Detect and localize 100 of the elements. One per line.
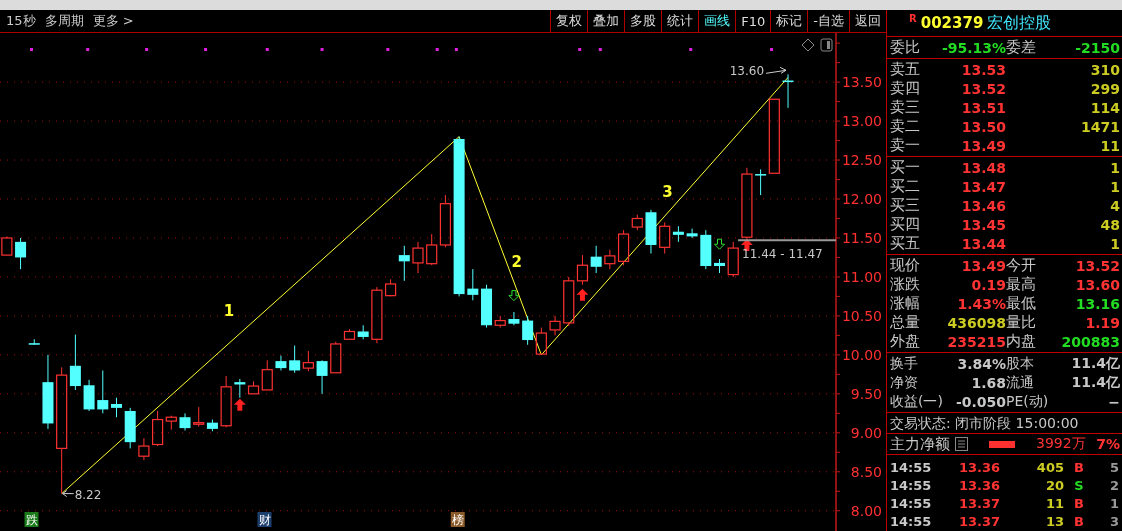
trade-volume: 405 bbox=[1035, 459, 1064, 475]
axis-label: 8.50 bbox=[850, 463, 882, 480]
order-level-label: 买一 bbox=[890, 158, 921, 177]
panel-toggle-icon[interactable] bbox=[820, 38, 833, 52]
candlestick bbox=[371, 286, 383, 344]
field-label: 净资 bbox=[890, 373, 919, 392]
candlestick bbox=[302, 350, 314, 372]
order-volume: 310 bbox=[1089, 61, 1120, 78]
candlestick bbox=[179, 412, 191, 431]
order-level-label: 买五 bbox=[890, 234, 921, 253]
candlestick bbox=[124, 407, 136, 449]
net-amount: 3992万 bbox=[1036, 435, 1086, 453]
stock-name: 宏创控股 bbox=[987, 12, 1052, 34]
field-label: 最低 bbox=[1006, 294, 1037, 313]
candlestick bbox=[83, 379, 95, 412]
pointer-arrow bbox=[765, 66, 787, 74]
up-arrow-icon bbox=[233, 398, 246, 411]
field-label: 量比 bbox=[1006, 313, 1037, 332]
order-level-label: 卖一 bbox=[890, 136, 921, 155]
stock-code: 002379 bbox=[920, 14, 984, 32]
order-volume: 1 bbox=[1109, 235, 1120, 252]
field-label: 今开 bbox=[1006, 256, 1037, 275]
event-tag[interactable]: 榜 bbox=[450, 512, 465, 527]
trade-price: 13.36 bbox=[957, 477, 1000, 493]
order-volume: 4 bbox=[1109, 197, 1120, 214]
wave-label: 3 bbox=[662, 183, 673, 202]
rating-label: R bbox=[909, 13, 917, 24]
field-value: -95.13% bbox=[940, 39, 1006, 56]
candlestick bbox=[590, 245, 602, 274]
candlestick bbox=[316, 359, 328, 395]
axis-label: 9.00 bbox=[850, 424, 882, 441]
price-range-label: 11.44 - 11.47 bbox=[742, 246, 823, 261]
trade-count: 1 bbox=[1108, 495, 1119, 511]
candlestick bbox=[686, 228, 698, 239]
candlestick bbox=[412, 241, 424, 274]
candlestick bbox=[234, 378, 246, 399]
toolbar-link[interactable]: 15秒 bbox=[6, 12, 36, 30]
axis-label: 13.50 bbox=[841, 74, 882, 91]
list-icon[interactable] bbox=[955, 437, 968, 451]
trade-side: S bbox=[1073, 477, 1085, 493]
axis-label: 8.00 bbox=[850, 502, 882, 519]
event-tag[interactable]: 财 bbox=[257, 512, 272, 527]
order-level-label: 买三 bbox=[890, 196, 921, 215]
field-value: 3.84% bbox=[956, 355, 1006, 372]
candlestick bbox=[508, 311, 520, 326]
field-label: 委差 bbox=[1006, 38, 1037, 57]
candlestick bbox=[1, 235, 13, 256]
trade-side: B bbox=[1073, 459, 1085, 475]
field-value: 235215 bbox=[946, 333, 1006, 350]
trade-price: 13.37 bbox=[957, 513, 1000, 529]
toolbar-link[interactable]: 多周期 bbox=[44, 12, 84, 30]
order-price: 13.50 bbox=[960, 118, 1006, 135]
field-label: 股本 bbox=[1006, 354, 1035, 373]
order-price: 13.48 bbox=[960, 159, 1006, 176]
trade-time: 14:55 bbox=[890, 513, 933, 529]
candlestick bbox=[467, 268, 479, 301]
order-volume: 299 bbox=[1089, 80, 1120, 97]
candlestick bbox=[138, 437, 150, 461]
field-label: 涨幅 bbox=[890, 294, 921, 313]
order-price: 13.52 bbox=[960, 80, 1006, 97]
field-value: 200883 bbox=[1060, 333, 1120, 350]
up-arrow-icon bbox=[576, 288, 589, 301]
trade-volume: 20 bbox=[1044, 477, 1064, 493]
candlestick bbox=[97, 369, 109, 414]
candlestick bbox=[727, 241, 739, 278]
candlestick bbox=[28, 338, 40, 346]
order-level-label: 卖五 bbox=[890, 60, 921, 79]
axis-label: 11.50 bbox=[841, 229, 882, 246]
field-label: 最高 bbox=[1006, 275, 1037, 294]
candlestick bbox=[549, 315, 561, 336]
axis-label: 10.00 bbox=[841, 346, 882, 363]
wave-label: 1 bbox=[223, 301, 235, 320]
order-price: 13.53 bbox=[960, 61, 1006, 78]
toolbar-link[interactable]: 更多 > bbox=[92, 12, 134, 30]
field-value: 13.60 bbox=[1074, 276, 1120, 293]
field-label: 换手 bbox=[890, 354, 919, 373]
event-tag[interactable]: 跌 bbox=[24, 512, 39, 527]
up-arrow-icon bbox=[740, 239, 753, 251]
trade-time: 14:55 bbox=[890, 459, 933, 475]
order-level-label: 卖三 bbox=[890, 98, 921, 117]
field-value: 436098 bbox=[946, 314, 1006, 331]
order-volume: 1 bbox=[1109, 159, 1120, 176]
trade-price: 13.36 bbox=[957, 459, 1000, 475]
order-price: 13.45 bbox=[960, 216, 1006, 233]
order-volume: 48 bbox=[1099, 216, 1120, 233]
down-arrow-icon bbox=[714, 238, 725, 250]
field-value: 1.68 bbox=[970, 374, 1006, 391]
field-value: 1.43% bbox=[956, 295, 1006, 312]
candlestick bbox=[220, 375, 232, 428]
field-label: 委比 bbox=[890, 38, 921, 57]
candlestick bbox=[15, 237, 27, 270]
down-arrow-icon bbox=[508, 290, 520, 302]
trade-side: B bbox=[1073, 495, 1085, 511]
diamond-icon[interactable] bbox=[801, 38, 815, 52]
order-volume: 1 bbox=[1109, 178, 1120, 195]
field-value: 1.19 bbox=[1084, 314, 1120, 331]
trade-time: 14:55 bbox=[890, 477, 933, 493]
axis-label: 10.50 bbox=[841, 307, 882, 324]
candlestick bbox=[645, 209, 657, 255]
field-value: 13.52 bbox=[1074, 257, 1120, 274]
